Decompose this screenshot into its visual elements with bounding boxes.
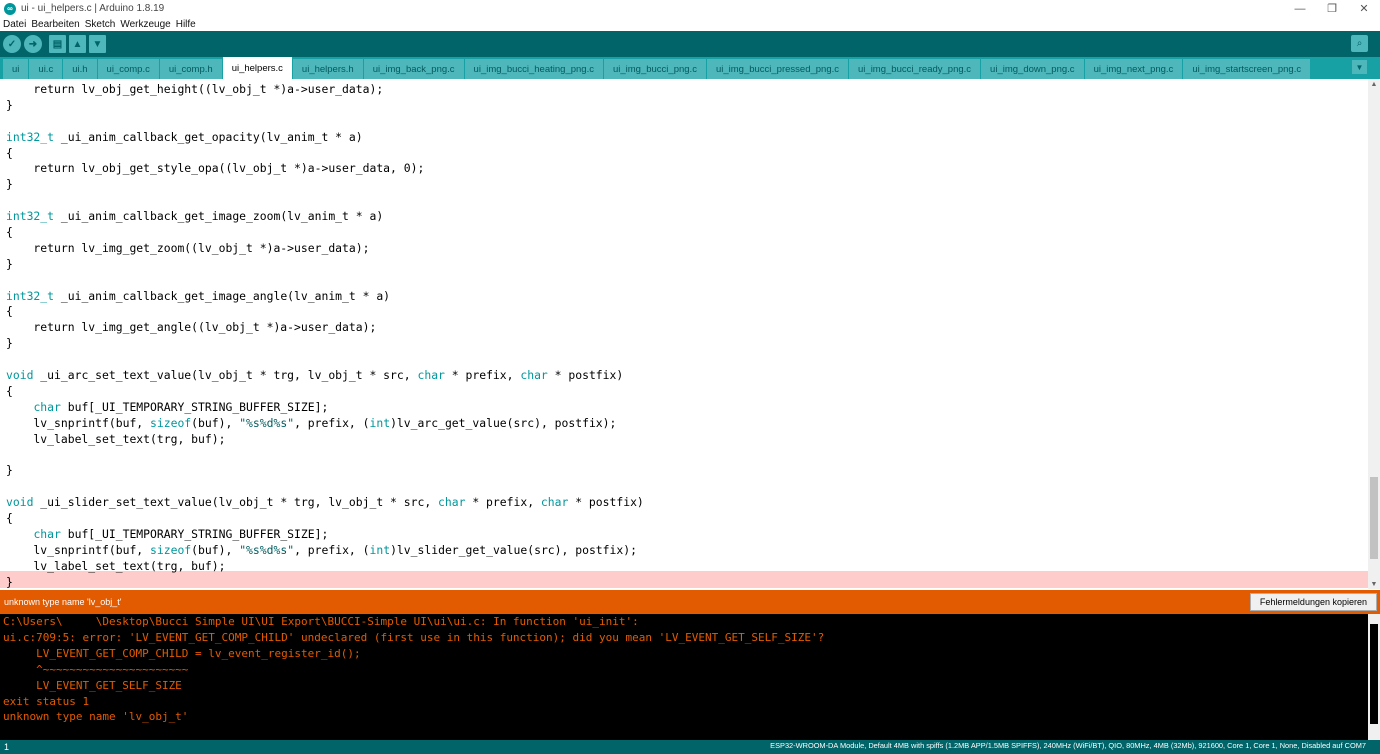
bottom-status-bar: 1 ESP32-WROOM-DA Module, Default 4MB wit… [0,740,1380,754]
code-line[interactable]: } [6,177,651,193]
editor-scroll-thumb[interactable] [1370,477,1378,559]
console-line: C:\Users\ \Desktop\Bucci Simple UI\UI Ex… [3,615,639,628]
code-text[interactable]: return lv_obj_get_height((lv_obj_t *)a->… [6,82,651,589]
code-line[interactable]: { [6,304,651,320]
console-line: ^~~~~~~~~~~~~~~~~~~~~~~ [3,662,189,676]
code-line[interactable]: lv_label_set_text(trg, buf); [6,559,651,575]
menu-sketch[interactable]: Sketch [85,19,116,30]
editor-scrollbar[interactable]: ▲ ▼ [1368,79,1380,589]
error-message: unknown type name 'lv_obj_t' [4,597,122,607]
menu-werkzeuge[interactable]: Werkzeuge [120,19,170,30]
serial-monitor-icon[interactable]: ⌕ [1351,35,1368,52]
menu-datei[interactable]: Datei [3,19,26,30]
code-line[interactable]: void _ui_slider_set_text_value(lv_obj_t … [6,495,651,511]
tab-ui-img-bucci-png-c[interactable]: ui_img_bucci_png.c [603,59,706,79]
title-bar: ∞ ui - ui_helpers.c | Arduino 1.8.19 — ❐… [0,0,1380,17]
console-line: ui.c:709:5: error: 'LV_EVENT_GET_COMP_CH… [3,630,825,644]
tab-ui-img-next-png-c[interactable]: ui_img_next_png.c [1084,59,1183,79]
console-text: C:\Users\ \Desktop\Bucci Simple UI\UI Ex… [3,614,824,725]
code-line[interactable]: char buf[_UI_TEMPORARY_STRING_BUFFER_SIZ… [6,400,651,416]
save-icon[interactable]: ▼ [89,35,106,53]
code-line[interactable]: } [6,336,651,352]
tab-ui-comp-c[interactable]: ui_comp.c [97,59,159,79]
scroll-down-icon[interactable]: ▼ [1368,579,1380,589]
board-info: ESP32-WROOM-DA Module, Default 4MB with … [770,741,1366,750]
code-line[interactable]: } [6,463,651,479]
code-line[interactable]: int32_t _ui_anim_callback_get_opacity(lv… [6,130,651,146]
tab-ui[interactable]: ui [3,59,29,79]
verify-icon[interactable]: ✓ [3,35,21,53]
tab-ui-img-bucci-ready-png-c[interactable]: ui_img_bucci_ready_png.c [849,59,981,79]
tabs-menu-chevron-down-icon[interactable]: ▼ [1352,60,1367,74]
tab-ui-c[interactable]: ui.c [29,59,63,79]
code-line[interactable]: void _ui_arc_set_text_value(lv_obj_t * t… [6,368,651,384]
upload-icon[interactable]: ➜ [24,35,42,53]
tab-ui-comp-h[interactable]: ui_comp.h [159,59,222,79]
scroll-up-icon[interactable]: ▲ [1368,79,1380,89]
tab-ui-helpers-c[interactable]: ui_helpers.c [222,57,292,79]
code-line[interactable]: lv_snprintf(buf, sizeof(buf), "%s%d%s", … [6,543,651,559]
console-line: LV_EVENT_GET_SELF_SIZE [3,678,182,692]
code-line[interactable]: char buf[_UI_TEMPORARY_STRING_BUFFER_SIZ… [6,527,651,543]
code-line[interactable] [6,479,651,495]
code-editor[interactable]: return lv_obj_get_height((lv_obj_t *)a->… [0,79,1380,589]
code-line[interactable]: { [6,511,651,527]
code-line[interactable] [6,193,651,209]
code-line[interactable] [6,114,651,130]
code-line[interactable]: } [6,257,651,273]
code-line[interactable]: return lv_obj_get_style_opa((lv_obj_t *)… [6,161,651,177]
code-line[interactable] [6,352,651,368]
code-line[interactable]: return lv_img_get_angle((lv_obj_t *)a->u… [6,320,651,336]
console-scrollbar[interactable] [1368,614,1380,740]
tab-ui-helpers-h[interactable]: ui_helpers.h [292,59,363,79]
console-line: unknown type name 'lv_obj_t' [3,710,189,724]
open-icon[interactable]: ▲ [69,35,86,53]
code-line[interactable]: { [6,146,651,162]
line-number: 1 [4,742,10,752]
code-line[interactable]: lv_snprintf(buf, sizeof(buf), "%s%d%s", … [6,416,651,432]
menu-bar: Datei Bearbeiten Sketch Werkzeuge Hilfe [0,17,1380,31]
tab-ui-img-back-png-c[interactable]: ui_img_back_png.c [363,59,464,79]
code-line[interactable]: int32_t _ui_anim_callback_get_image_zoom… [6,209,651,225]
restore-icon[interactable]: ❐ [1316,0,1348,17]
code-line[interactable] [6,447,651,463]
tab-ui-img-bucci-pressed-png-c[interactable]: ui_img_bucci_pressed_png.c [706,59,849,79]
code-line[interactable]: lv_label_set_text(trg, buf); [6,432,651,448]
error-status-bar: unknown type name 'lv_obj_t' Fehlermeldu… [0,590,1380,614]
console-line: LV_EVENT_GET_COMP_CHILD = lv_event_regis… [3,646,361,660]
arduino-icon: ∞ [4,2,16,15]
tab-ui-img-bucci-heating-png-c[interactable]: ui_img_bucci_heating_png.c [464,59,603,79]
code-line[interactable]: } [6,98,651,114]
new-icon[interactable]: ▤ [49,35,66,53]
tab-ui-img-down-png-c[interactable]: ui_img_down_png.c [981,59,1084,79]
toolbar: ✓ ➜ ▤ ▲ ▼ ⌕ [0,31,1380,57]
code-line[interactable]: { [6,225,651,241]
menu-bearbeiten[interactable]: Bearbeiten [31,19,79,30]
minimize-icon[interactable]: — [1284,0,1316,17]
console-line: exit status 1 [3,694,90,708]
close-icon[interactable]: ✕ [1348,0,1380,17]
code-line[interactable] [6,273,651,289]
code-line[interactable]: return lv_img_get_zoom((lv_obj_t *)a->us… [6,241,651,257]
menu-hilfe[interactable]: Hilfe [176,19,196,30]
tab-bar: ui ui.c ui.h ui_comp.c ui_comp.h ui_helpers.c… [0,57,1380,79]
code-line[interactable]: int32_t _ui_anim_callback_get_image_angl… [6,289,651,305]
code-line[interactable]: return lv_obj_get_height((lv_obj_t *)a->… [6,82,651,98]
window-title: ui - ui_helpers.c | Arduino 1.8.19 [21,3,165,14]
console-output[interactable]: C:\Users\ \Desktop\Bucci Simple UI\UI Ex… [0,614,1380,740]
window-controls: — ❐ ✕ [1284,0,1380,17]
copy-errors-button[interactable]: Fehlermeldungen kopieren [1249,593,1377,611]
code-line[interactable]: { [6,384,651,400]
code-line[interactable]: } [6,575,651,589]
tab-ui-img-startscreen-png-c[interactable]: ui_img_startscreen_png.c [1183,59,1311,79]
tab-ui-h[interactable]: ui.h [63,59,97,79]
console-scroll-thumb[interactable] [1370,624,1378,724]
